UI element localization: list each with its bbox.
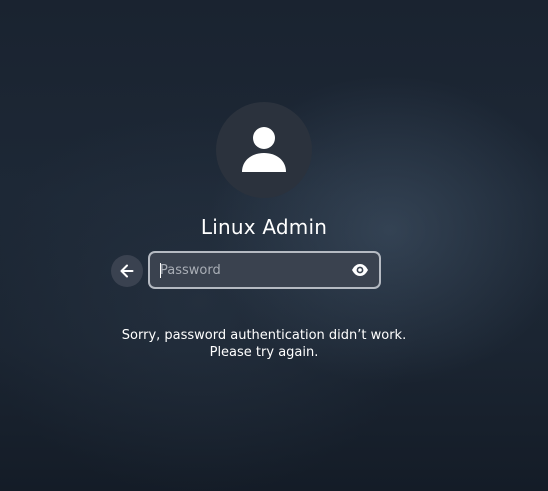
auth-error-message: Sorry, password authentication didn’t wo… [0,327,528,361]
back-button[interactable] [111,255,143,287]
user-name: Linux Admin [200,215,328,239]
user-avatar [216,102,312,198]
text-cursor [160,263,161,278]
error-line-1: Sorry, password authentication didn’t wo… [121,328,407,343]
user-silhouette-icon [242,127,286,172]
lock-screen: Linux Admin Sorry, password authenticati… [0,0,548,491]
password-input[interactable] [160,253,340,287]
password-field[interactable] [148,251,381,289]
error-line-2: Please try again. [209,345,319,360]
eye-icon[interactable] [351,263,369,277]
arrow-left-icon [120,264,134,278]
